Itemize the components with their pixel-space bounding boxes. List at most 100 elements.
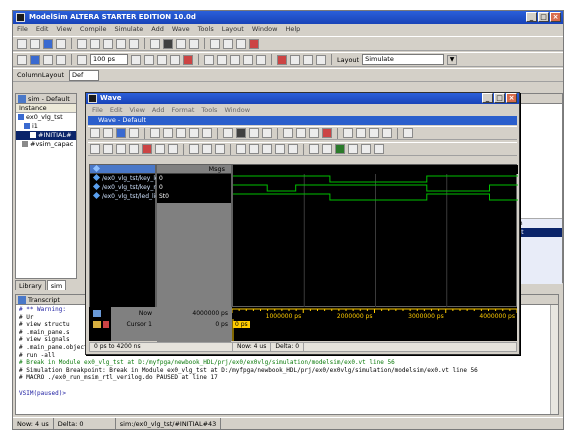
tree-item-i1[interactable]: i1 <box>16 122 76 131</box>
menu-edit[interactable]: Edit <box>36 24 49 35</box>
break-icon[interactable] <box>249 38 259 49</box>
properties-icon[interactable] <box>290 54 300 65</box>
menu-add[interactable]: Add <box>151 24 164 35</box>
wave-menu-view[interactable]: View <box>129 105 144 115</box>
menu-layout[interactable]: Layout <box>222 24 244 35</box>
expand-icon[interactable] <box>316 54 326 65</box>
wave-menu-edit[interactable]: Edit <box>110 105 123 115</box>
open-icon[interactable] <box>30 38 40 49</box>
wave-format-3-icon[interactable] <box>335 144 345 154</box>
tree-item-initial[interactable]: #INITIAL# <box>16 131 76 140</box>
zoom-out-icon[interactable] <box>249 144 259 154</box>
layout-select[interactable]: Simulate <box>362 54 445 65</box>
bookmark-icon[interactable] <box>249 128 259 138</box>
save-icon[interactable] <box>116 128 126 138</box>
find-previous-edge-icon[interactable] <box>189 144 199 154</box>
menu-wave[interactable]: Wave <box>172 24 190 35</box>
select-mode-icon[interactable] <box>343 128 353 138</box>
paste-icon[interactable] <box>103 38 113 49</box>
menu-file[interactable]: File <box>17 24 28 35</box>
menu-tools[interactable]: Tools <box>198 24 214 35</box>
step-over-icon[interactable] <box>217 54 227 65</box>
compile-icon[interactable] <box>210 38 220 49</box>
zoom-full-icon[interactable] <box>262 144 272 154</box>
close-icon[interactable]: × <box>550 12 561 22</box>
continue-icon[interactable] <box>116 144 126 154</box>
insert-cursor-icon[interactable] <box>403 128 413 138</box>
zoom-mode-icon[interactable] <box>356 128 366 138</box>
open-icon[interactable] <box>103 128 113 138</box>
new-file-icon[interactable] <box>17 38 27 49</box>
menu-window[interactable]: Window <box>252 24 278 35</box>
stop-icon[interactable] <box>223 128 233 138</box>
run-icon[interactable] <box>131 54 141 65</box>
cut-icon[interactable] <box>150 128 160 138</box>
waveform-area[interactable] <box>232 164 518 308</box>
stop-run-icon[interactable] <box>183 54 193 65</box>
layout-dropdown-icon[interactable]: ▼ <box>447 54 458 65</box>
forward-icon[interactable] <box>56 54 66 65</box>
break-run-icon[interactable] <box>170 54 180 65</box>
copy-icon[interactable] <box>163 128 173 138</box>
wave-format-6-icon[interactable] <box>374 144 384 154</box>
stop-icon[interactable] <box>150 38 160 49</box>
run-length-input[interactable]: 100 ps <box>90 54 128 65</box>
filter-icon[interactable] <box>303 54 313 65</box>
watch-icon[interactable] <box>256 54 266 65</box>
print-icon[interactable] <box>129 128 139 138</box>
compare-icon[interactable] <box>189 38 199 49</box>
signal-key-left[interactable]: /ex0_vlg_tst/key_left <box>90 173 163 183</box>
instance-column-header[interactable]: Instance <box>16 104 76 113</box>
wave-format-1-icon[interactable] <box>309 144 319 154</box>
redo-icon[interactable] <box>202 128 212 138</box>
cursor-marker[interactable]: 0 ps <box>233 321 250 328</box>
menu-compile[interactable]: Compile <box>80 24 107 35</box>
wave-menu-tools[interactable]: Tools <box>201 105 217 115</box>
step-icon[interactable] <box>155 144 165 154</box>
transcript-scrollbar[interactable] <box>550 305 558 414</box>
copy-icon[interactable] <box>90 38 100 49</box>
find-icon[interactable] <box>163 38 173 49</box>
wave-menu-format[interactable]: Format <box>172 105 195 115</box>
add-bookmark-icon[interactable] <box>215 144 225 154</box>
wave-menu-add[interactable]: Add <box>152 105 165 115</box>
wave-menu-file[interactable]: File <box>92 105 103 115</box>
edit-mode-icon[interactable] <box>382 128 392 138</box>
undo-icon[interactable] <box>116 38 126 49</box>
delete-icon[interactable] <box>277 54 287 65</box>
step-over-icon[interactable] <box>168 144 178 154</box>
column-layout-select[interactable]: Def <box>69 69 99 81</box>
compile-icon[interactable] <box>283 128 293 138</box>
menu-view[interactable]: View <box>56 24 71 35</box>
compare-icon[interactable] <box>262 128 272 138</box>
minimize-icon[interactable]: _ <box>482 93 493 103</box>
run-icon[interactable] <box>103 144 113 154</box>
back-icon[interactable] <box>43 54 53 65</box>
tab-library[interactable]: Library <box>15 280 46 290</box>
pan-mode-icon[interactable] <box>369 128 379 138</box>
signal-key-right[interactable]: /ex0_vlg_tst/key_ri... <box>90 182 163 192</box>
zoom-range-icon[interactable] <box>288 144 298 154</box>
cut-icon[interactable] <box>77 38 87 49</box>
find-next-edge-icon[interactable] <box>202 144 212 154</box>
tab-sim[interactable]: sim <box>46 280 67 290</box>
close-icon[interactable]: × <box>506 93 517 103</box>
wave-format-5-icon[interactable] <box>361 144 371 154</box>
maximize-icon[interactable]: □ <box>494 93 505 103</box>
simulate-icon[interactable] <box>309 128 319 138</box>
maximize-icon[interactable]: □ <box>538 12 549 22</box>
save-icon[interactable] <box>43 38 53 49</box>
redo-icon[interactable] <box>129 38 139 49</box>
find-icon[interactable] <box>236 128 246 138</box>
restart-icon[interactable] <box>90 144 100 154</box>
menu-simulate[interactable]: Simulate <box>115 24 144 35</box>
wave-format-4-icon[interactable] <box>348 144 358 154</box>
tree-item-vsim-capacity[interactable]: #vsim_capac <box>16 140 76 149</box>
wave-menu-window[interactable]: Window <box>224 105 250 115</box>
run-length-icon[interactable] <box>77 54 87 65</box>
stop-run-icon[interactable] <box>142 144 152 154</box>
wave-format-2-icon[interactable] <box>322 144 332 154</box>
print-icon[interactable] <box>56 38 66 49</box>
step-icon[interactable] <box>204 54 214 65</box>
run-all-icon[interactable] <box>157 54 167 65</box>
